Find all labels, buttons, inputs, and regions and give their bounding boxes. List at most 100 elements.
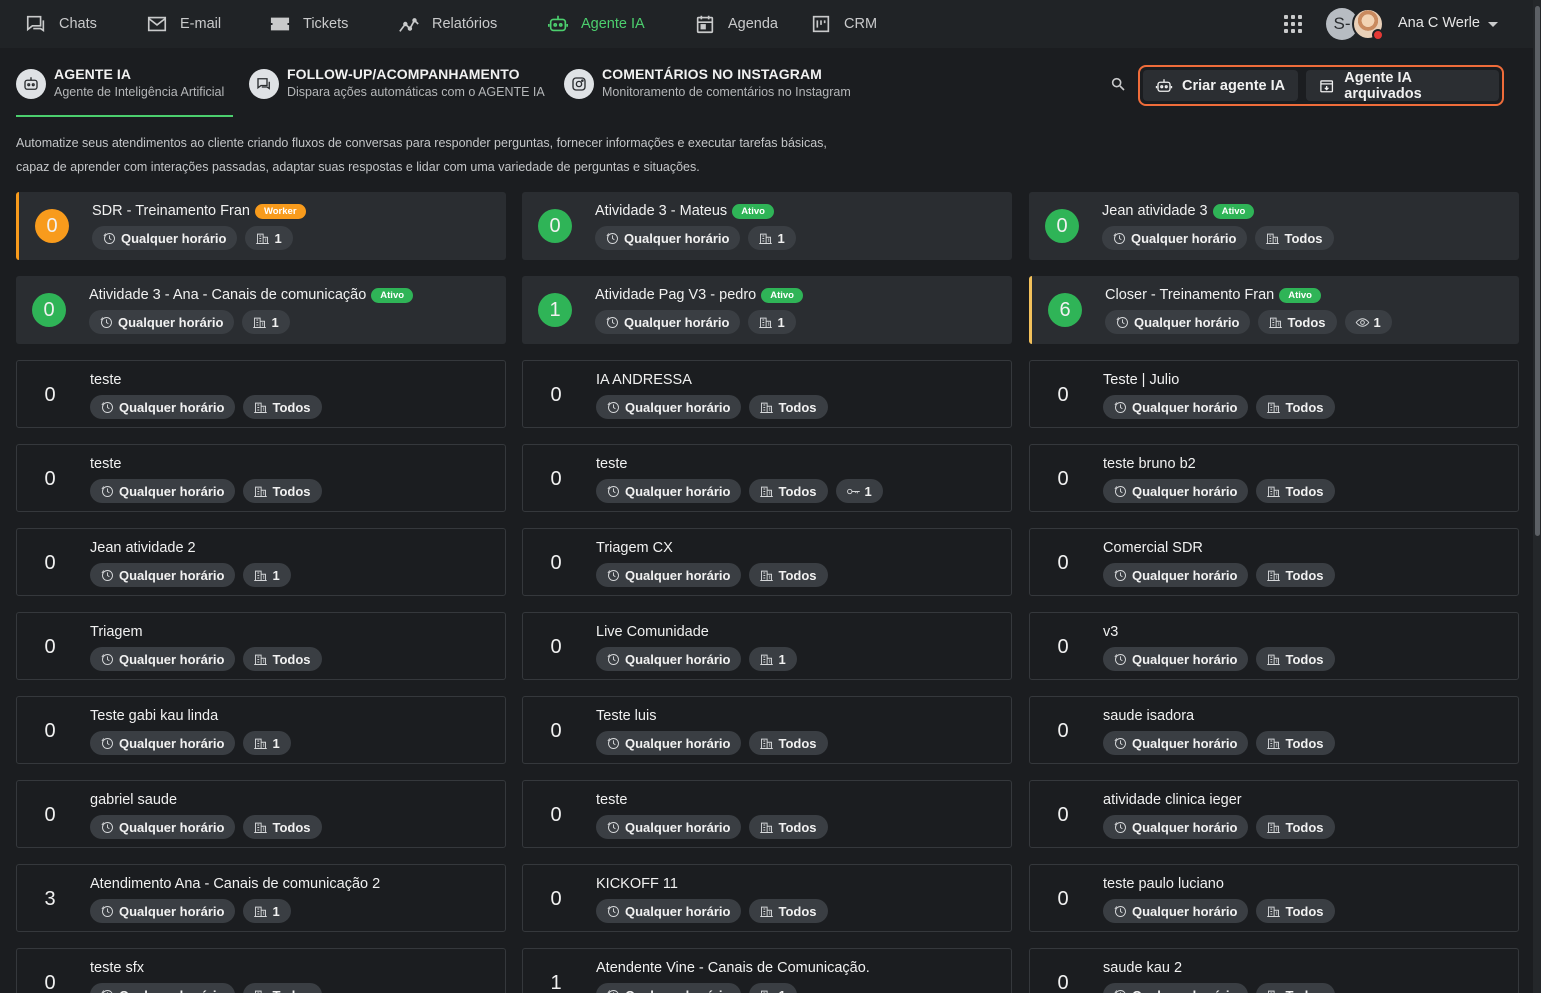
agent-card[interactable]: 0 teste paulo luciano Qualquer horário Todo… [1029, 864, 1519, 932]
building-icon [1267, 738, 1281, 749]
agent-card[interactable]: 0 Jean atividade 2 Qualquer horário 1 [16, 528, 506, 596]
nav-item-tickets[interactable]: Tickets [269, 0, 348, 48]
agent-card[interactable]: 0 atividade clinica ieger Qualquer horário… [1029, 780, 1519, 848]
agent-card[interactable]: 0 teste Qualquer horário Todos [16, 444, 506, 512]
agent-name: atividade clinica ieger [1103, 792, 1242, 808]
agent-chips: Qualquer horário Todos [1103, 647, 1343, 671]
agent-card[interactable]: 0 teste Qualquer horário Todos [522, 780, 1012, 848]
agent-name: IA ANDRESSA [596, 372, 692, 388]
user-name[interactable]: Ana C Werle [1398, 15, 1480, 31]
agent-card[interactable]: 0 v3 Qualquer horário Todos [1029, 612, 1519, 680]
building-icon [760, 570, 774, 581]
channels-label: Todos [272, 988, 310, 993]
archived-agents-button[interactable]: Agente IA arquivados [1306, 70, 1499, 102]
kanban-icon [812, 15, 830, 33]
agent-chips: Qualquer horário Todos [1103, 731, 1343, 755]
agent-chips: Qualquer horário Todos 1 [596, 479, 891, 503]
agent-card[interactable]: 0 Atividade 3 - Ana - Canais de comunicaç… [16, 276, 506, 344]
schedule-chip: Qualquer horário [90, 395, 236, 419]
agent-card[interactable]: 0 saude isadora Qualquer horário Todos [1029, 696, 1519, 764]
tab-title: FOLLOW-UP/ACOMPANHAMENTO [287, 66, 520, 82]
agent-card[interactable]: 3 Atendimento Ana - Canais de comunicação… [16, 864, 506, 932]
agent-chips: Qualquer horário Todos [1103, 563, 1343, 587]
agent-card[interactable]: 0 teste sfx Qualquer horário Todos [16, 948, 506, 993]
views-chip: 1 [1344, 310, 1392, 334]
agent-card[interactable]: 0 Triagem Qualquer horário Todos [16, 612, 506, 680]
schedule-label: Qualquer horário [119, 735, 225, 751]
agent-name: SDR - Treinamento Fran [92, 203, 250, 219]
search-icon[interactable] [1110, 76, 1126, 92]
agent-card[interactable]: 0 Jean atividade 3 Ativo Qualquer horário To… [1029, 192, 1519, 260]
schedule-label: Qualquer horário [1132, 988, 1237, 993]
agent-name: Triagem [90, 624, 143, 640]
channels-chip: 1 [749, 647, 797, 671]
create-agent-button[interactable]: Criar agente IA [1143, 70, 1298, 101]
building-icon [254, 402, 268, 413]
channels-label: 1 [777, 314, 785, 330]
agent-card[interactable]: 0 Triagem CX Qualquer horário Todos [522, 528, 1012, 596]
schedule-chip: Qualquer horário [1103, 479, 1249, 503]
agent-name: Jean atividade 2 [90, 540, 196, 556]
clock-icon [101, 485, 113, 497]
agent-card[interactable]: 0 Atividade 3 - Mateus Ativo Qualquer horár… [522, 192, 1012, 260]
nav-item-agente-ia[interactable]: Agente IA [547, 0, 645, 48]
keys-label: 1 [864, 483, 872, 499]
conversation-count: 0 [1057, 551, 1069, 574]
channels-chip: Todos [1258, 310, 1337, 334]
agent-card[interactable]: 6 Closer - Treinamento Fran Ativo Qualquer … [1029, 276, 1519, 344]
scrollbar-thumb[interactable] [1535, 6, 1540, 536]
agent-card[interactable]: 1 Atividade Pag V3 - pedro Ativo Qualquer h… [522, 276, 1012, 344]
conversation-count: 0 [1057, 887, 1069, 910]
agent-card[interactable]: 0 gabriel saude Qualquer horário Todos [16, 780, 506, 848]
nav-item-email[interactable]: E-mail [146, 0, 221, 48]
clock-icon [101, 989, 113, 993]
agent-card[interactable]: 0 teste Qualquer horário Todos [16, 360, 506, 428]
nav-item-chats[interactable]: Chats [25, 0, 97, 48]
schedule-chip: Qualquer horário [1102, 226, 1248, 250]
nav-item-agenda[interactable]: Agenda [694, 0, 778, 48]
agent-card[interactable]: 0 IA ANDRESSA Qualquer horário Todos [522, 360, 1012, 428]
agent-card[interactable]: 0 Teste | Julio Qualquer horário Todos [1029, 360, 1519, 428]
channels-label: Todos [1285, 735, 1324, 751]
tab-follow-up[interactable]: FOLLOW-UP/ACOMPANHAMENTO Dispara ações a… [249, 66, 545, 101]
agent-card[interactable]: 0 KICKOFF 11 Qualquer horário Todos [522, 864, 1012, 932]
nav-item-crm[interactable]: CRM [810, 0, 877, 48]
agent-name: saude isadora [1103, 708, 1195, 724]
nav-item-relatorios[interactable]: Relatórios [398, 0, 497, 48]
active-tab-underline [16, 115, 233, 117]
schedule-label: Qualquer horário [119, 903, 225, 919]
agent-card[interactable]: 1 Atendente Vine - Canais de Comunicação.… [522, 948, 1012, 993]
channels-label: Todos [272, 819, 311, 835]
schedule-chip: Qualquer horário [90, 815, 236, 839]
chevron-down-icon[interactable] [1488, 22, 1498, 27]
building-icon [1267, 654, 1281, 665]
tab-agente-ia[interactable]: AGENTE IA Agente de Inteligência Artific… [16, 66, 224, 101]
status-badge: Ativo [761, 287, 803, 303]
clock-icon [101, 905, 113, 917]
agent-chips: Qualquer horário 1 [90, 563, 299, 587]
agent-card[interactable]: 0 Live Comunidade Qualquer horário 1 [522, 612, 1012, 680]
tab-comentarios-instagram[interactable]: COMENTÁRIOS NO INSTAGRAM Monitoramento d… [564, 66, 851, 101]
clock-icon [607, 821, 619, 833]
channels-chip: Todos [1256, 479, 1335, 503]
schedule-label: Qualquer horário [121, 230, 227, 246]
agent-card[interactable]: 0 SDR - Treinamento Fran Worker Qualquer ho… [16, 192, 506, 260]
channels-chip: Todos [749, 395, 828, 419]
status-dot [1372, 29, 1384, 41]
agent-chips: Qualquer horário Todos [596, 563, 836, 587]
agent-title: Teste | Julio [1103, 372, 1179, 388]
agent-title: teste [596, 792, 627, 808]
schedule-label: Qualquer horário [118, 314, 224, 330]
agent-card[interactable]: 0 teste Qualquer horário Todos 1 [522, 444, 1012, 512]
agent-card[interactable]: 0 saude kau 2 Qualquer horário Todos [1029, 948, 1519, 993]
agent-card[interactable]: 0 Teste luis Qualquer horário Todos [522, 696, 1012, 764]
agent-card[interactable]: 0 Comercial SDR Qualquer horário Todos [1029, 528, 1519, 596]
channels-chip: 1 [748, 226, 796, 250]
agent-chips: Qualquer horário Todos [1103, 815, 1343, 839]
agent-chips: Qualquer horário Todos [596, 395, 836, 419]
agent-card[interactable]: 0 Teste gabi kau linda Qualquer horário 1 [16, 696, 506, 764]
apps-grid-icon[interactable] [1284, 15, 1302, 33]
page-description: Automatize seus atendimentos ao cliente … [16, 131, 896, 179]
agent-card[interactable]: 0 teste bruno b2 Qualquer horário Todos [1029, 444, 1519, 512]
channels-chip: Todos [1256, 815, 1335, 839]
